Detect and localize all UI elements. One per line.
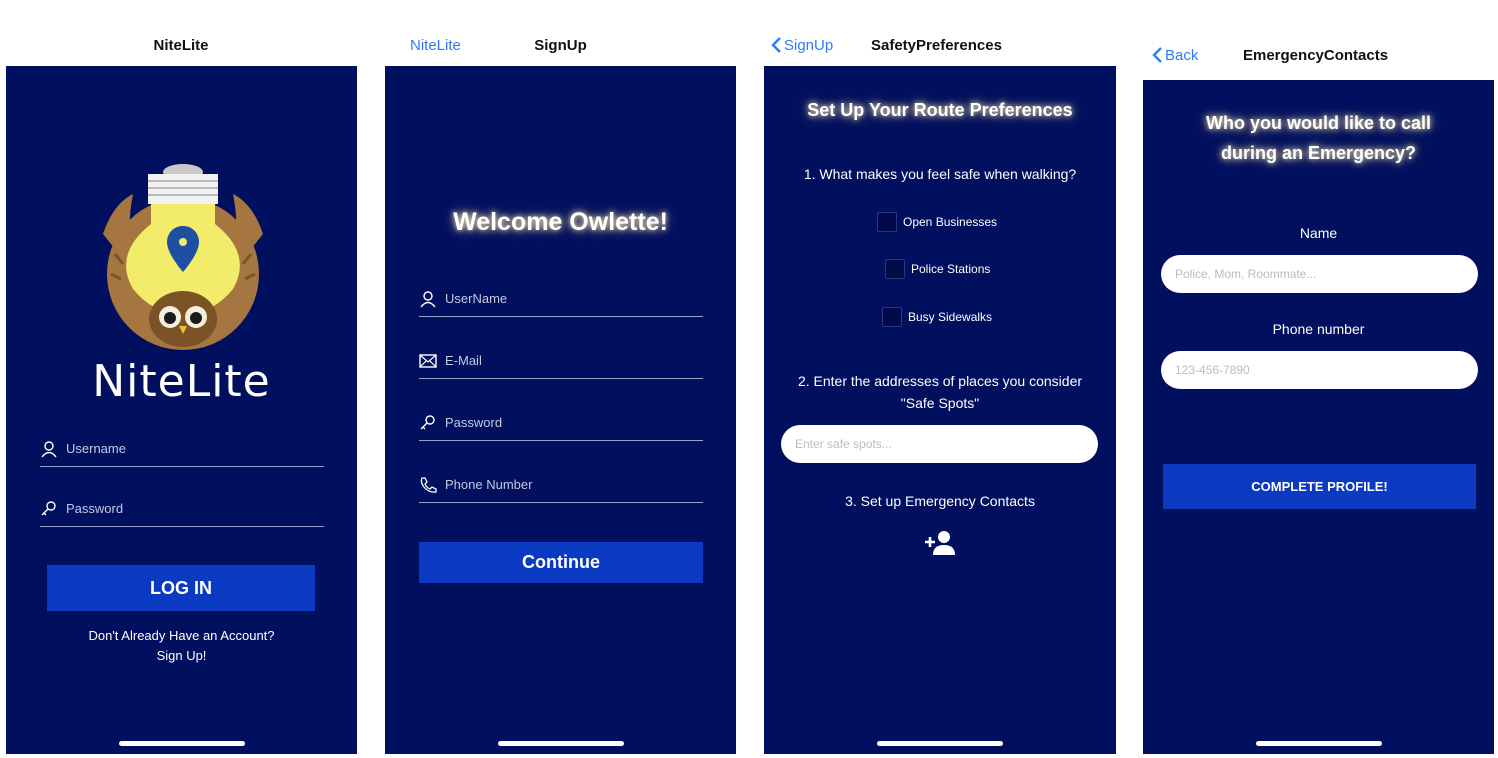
- key-icon: [41, 500, 56, 515]
- home-indicator[interactable]: [1255, 741, 1382, 746]
- question-1: 1. What makes you feel safe when walking…: [803, 166, 1077, 182]
- continue-button[interactable]: Continue: [419, 542, 703, 583]
- email-placeholder: E-Mail: [445, 353, 482, 368]
- phone-field[interactable]: Phone Number: [419, 467, 703, 503]
- route-preferences-heading: Set Up Your Route Preferences: [807, 100, 1073, 120]
- signup-prompt: Don't Already Have an Account?: [88, 628, 275, 643]
- username-field[interactable]: Username: [40, 431, 324, 467]
- password-placeholder: Password: [66, 501, 124, 516]
- nav-bar-signup: NiteLite SignUp: [385, 20, 736, 70]
- option-label: Busy Sidewalks: [908, 310, 993, 324]
- username-placeholder: UserName: [445, 291, 508, 306]
- login-button[interactable]: LOG IN: [47, 565, 315, 611]
- user-icon: [41, 440, 57, 457]
- nav-title: SafetyPreferences: [871, 36, 1002, 54]
- safe-spots-placeholder: Enter safe spots...: [795, 437, 892, 451]
- checkbox[interactable]: [877, 212, 897, 232]
- home-indicator[interactable]: [118, 741, 245, 746]
- mail-icon: [419, 353, 437, 368]
- signup-link-text[interactable]: Sign Up!: [6, 646, 357, 666]
- user-icon: [420, 290, 436, 307]
- question-2-line2: "Safe Spots": [900, 395, 980, 411]
- question-2-line1: 2. Enter the addresses of places you con…: [797, 373, 1083, 389]
- question-2: 2. Enter the addresses of places you con…: [764, 370, 1116, 414]
- nav-bar-nitelite: NiteLite: [6, 20, 356, 70]
- complete-profile-button[interactable]: COMPLETE PROFILE!: [1163, 464, 1476, 509]
- add-contact-icon[interactable]: [923, 529, 957, 557]
- home-indicator[interactable]: [877, 741, 1003, 746]
- emergency-heading: Who you would like to call during an Eme…: [1143, 108, 1494, 168]
- back-label: SignUp: [784, 36, 834, 54]
- back-button[interactable]: SignUp: [770, 36, 833, 54]
- login-screen: NiteLite Username Password LOG IN Don't …: [6, 66, 357, 754]
- option-busy-sidewalks[interactable]: Busy Sidewalks: [882, 307, 992, 327]
- password-placeholder: Password: [445, 415, 503, 430]
- checkbox[interactable]: [885, 259, 905, 279]
- nav-title: NiteLite: [153, 36, 209, 54]
- option-label: Police Stations: [911, 262, 991, 276]
- safety-preferences-screen: Set Up Your Route Preferences 1. What ma…: [764, 66, 1116, 754]
- signup-link[interactable]: Don't Already Have an Account? Sign Up!: [6, 626, 357, 666]
- phone-placeholder: Phone Number: [445, 477, 533, 492]
- password-field[interactable]: Password: [419, 405, 703, 441]
- option-label: Open Businesses: [903, 215, 998, 229]
- password-field[interactable]: Password: [40, 491, 324, 527]
- welcome-heading: Welcome Owlette!: [453, 208, 668, 236]
- phone-input[interactable]: 123-456-7890: [1161, 351, 1478, 389]
- question-3: 3. Set up Emergency Contacts: [845, 493, 1035, 509]
- signup-screen: Welcome Owlette! UserName E-Mail Passwor…: [385, 66, 736, 754]
- phone-icon: [420, 476, 437, 493]
- nav-bar-emergency: Back EmergencyContacts: [1143, 30, 1494, 80]
- nav-bar-safety: SignUp SafetyPreferences: [764, 20, 1116, 70]
- name-placeholder: Police, Mom, Roommate...: [1175, 267, 1317, 281]
- option-open-businesses[interactable]: Open Businesses: [877, 212, 997, 232]
- email-field[interactable]: E-Mail: [419, 343, 703, 379]
- username-placeholder: Username: [66, 441, 126, 456]
- name-label: Name: [1299, 225, 1338, 241]
- home-indicator[interactable]: [497, 741, 624, 746]
- emergency-contacts-screen: Who you would like to call during an Eme…: [1143, 80, 1494, 754]
- back-label: Back: [1165, 46, 1199, 64]
- key-icon: [420, 414, 435, 429]
- emergency-heading-line1: Who you would like to call: [1205, 113, 1431, 133]
- phone-label: Phone number: [1272, 321, 1365, 337]
- owl-bulb-logo-icon: [103, 164, 263, 350]
- option-police-stations[interactable]: Police Stations: [885, 259, 990, 279]
- username-field[interactable]: UserName: [419, 281, 703, 317]
- safe-spots-input[interactable]: Enter safe spots...: [781, 425, 1098, 463]
- nav-title: EmergencyContacts: [1243, 46, 1389, 64]
- name-input[interactable]: Police, Mom, Roommate...: [1161, 255, 1478, 293]
- back-button[interactable]: Back: [1151, 46, 1198, 64]
- emergency-heading-line2: during an Emergency?: [1220, 143, 1417, 163]
- app-name-heading: NiteLite: [92, 356, 271, 407]
- nav-title: SignUp: [534, 36, 587, 54]
- chevron-left-icon: [771, 37, 781, 53]
- checkbox[interactable]: [882, 307, 902, 327]
- chevron-left-icon: [1152, 47, 1162, 63]
- phone-placeholder: 123-456-7890: [1175, 363, 1250, 377]
